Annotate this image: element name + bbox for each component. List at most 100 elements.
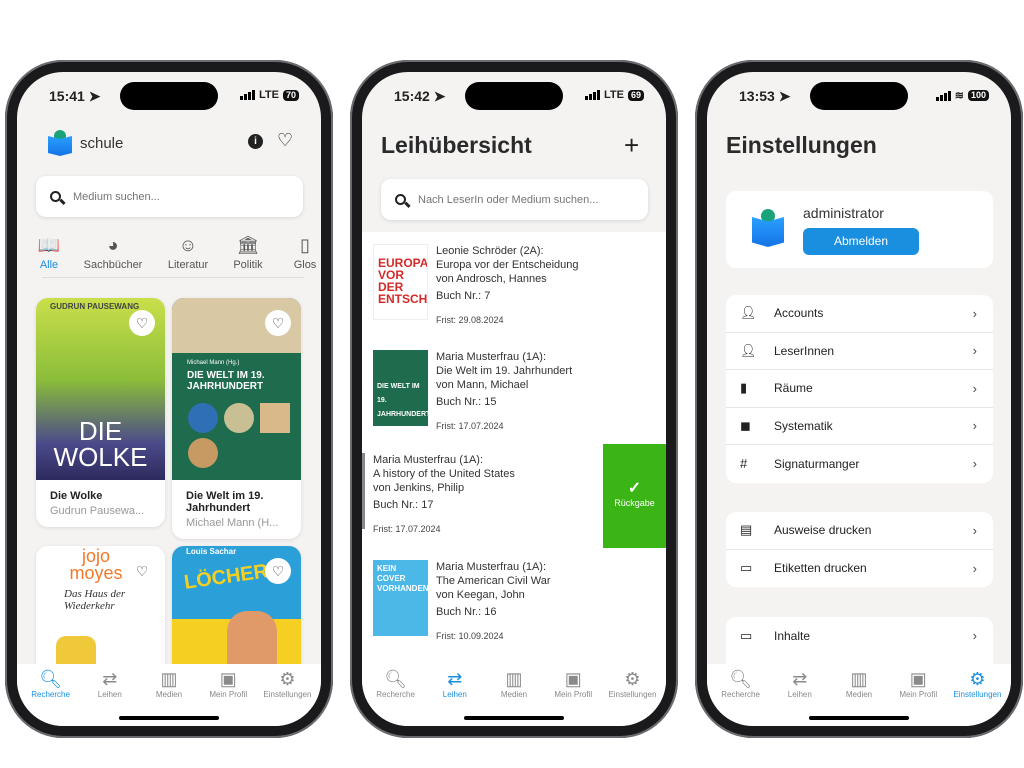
favorite-heart-icon[interactable]: ♡ (265, 310, 291, 336)
book-card[interactable]: Louis Sachar LÖCHER ♡ (172, 546, 301, 676)
cover-title: LÖCHER (182, 560, 270, 594)
favorite-heart-icon[interactable]: ♡ (129, 310, 155, 336)
app-logo-icon (48, 130, 72, 156)
chevron-right-icon: › (972, 418, 977, 434)
gear-icon: ⚙ (969, 669, 986, 689)
category-alle[interactable]: 📖 Alle (38, 235, 60, 271)
battery-icon: 100 (967, 90, 989, 101)
book-title: Die Welt im 19. Jahrhundert (186, 490, 264, 514)
settings-row-ausweise[interactable]: ▤ Ausweise drucken › (726, 512, 993, 550)
signal-icon (240, 90, 256, 100)
signal-icon (935, 90, 951, 101)
category-label: Politik (233, 259, 263, 271)
settings-row-raeume[interactable]: ▮ Räume › (726, 370, 993, 408)
medium-search-field[interactable] (73, 190, 273, 203)
favorite-heart-icon[interactable]: ♡ (265, 558, 291, 584)
person-icon: 👤︎ (740, 305, 757, 321)
settings-row-leserinnen[interactable]: 👤︎ LeserInnen › (726, 333, 993, 370)
page-title: Leihübersicht (381, 132, 532, 158)
gear-icon: ⚙ (624, 669, 641, 689)
book-author: Michael Mann (H... (186, 517, 279, 529)
hashtag-icon: # (740, 456, 748, 472)
home-indicator[interactable] (809, 716, 909, 720)
book-cover: Louis Sachar LÖCHER ♡ (172, 546, 301, 676)
tab-recherche[interactable]: 🔍︎ Recherche (366, 664, 425, 726)
loan-reader: Maria Musterfrau (1A): (373, 454, 484, 466)
tab-label: Mein Profil (899, 690, 938, 699)
loan-book-number: Buch Nr.: 17 (373, 499, 434, 511)
home-indicator[interactable] (464, 716, 564, 720)
chevron-right-icon: › (972, 628, 977, 644)
status-right: LTE 69 (585, 89, 644, 101)
status-time: 15:42 ➤ (394, 88, 446, 104)
row-label: Systematik (774, 418, 833, 433)
loan-title: The American Civil War (436, 575, 551, 587)
location-icon: ➤ (778, 88, 791, 104)
return-label: Rückgabe (614, 498, 655, 508)
signal-icon (585, 90, 601, 100)
loan-reader: Leonie Schröder (2A): (436, 245, 544, 257)
return-button[interactable]: ✓ Rückgabe (603, 444, 666, 548)
category-label: Literatur (167, 259, 209, 271)
category-literatur[interactable]: ☺ Literatur (168, 235, 208, 271)
search-icon: 🔍︎ (729, 669, 753, 689)
logout-button[interactable]: Abmelden (803, 228, 919, 255)
tab-label: Einstellungen (263, 690, 312, 699)
search-input[interactable] (36, 176, 303, 217)
home-indicator[interactable] (119, 716, 219, 720)
loan-item[interactable]: DIE WELT IM 19. JAHRHUNDERT Maria Muster… (362, 344, 666, 452)
status-time: 15:41 ➤ (49, 88, 101, 104)
location-icon: ➤ (433, 88, 446, 104)
settings-row-inhalte[interactable]: ▭ Inhalte › (726, 617, 993, 655)
loan-search-field[interactable] (418, 193, 618, 206)
dynamic-island (810, 82, 908, 110)
loan-book-number: Buch Nr.: 7 (436, 290, 491, 302)
id-badge-icon: ▤ (740, 522, 753, 538)
search-input[interactable] (381, 179, 648, 220)
screen: 15:41 ➤ LTE70 schule i ♡ 📖 Alle ◕ Sachbüch… (17, 72, 321, 726)
row-label: Inhalte (774, 628, 811, 643)
plus-icon[interactable]: + (624, 130, 639, 161)
book-card[interactable]: jojo moyes Das Haus der Wiederkehr ♡ (36, 546, 165, 676)
settings-row-signaturmanager[interactable]: # Signaturmanger › (726, 445, 993, 483)
settings-row-systematik[interactable]: ◼ Systematik › (726, 408, 993, 445)
book-card[interactable]: GUDRUN PAUSEWANG DIE WOLKE ♡ Die Wolke Gu… (36, 298, 165, 527)
tab-einstellungen[interactable]: ⚙ Einstellungen (258, 664, 317, 726)
cover-author: GUDRUN PAUSEWANG (50, 302, 140, 311)
tab-label: Recherche (376, 690, 415, 699)
person-search-icon: 👤︎ (740, 342, 757, 358)
tab-recherche[interactable]: 🔍︎ Recherche (711, 664, 770, 726)
pie-chart-icon: ◕ (107, 235, 119, 255)
tab-einstellungen[interactable]: ⚙ Einstellungen (948, 664, 1007, 726)
favorites-heart-icon[interactable]: ♡ (277, 130, 293, 151)
loan-reader: Maria Musterfrau (1A): (436, 351, 547, 363)
loan-author: von Jenkins, Philip (373, 482, 465, 494)
loan-item[interactable]: EUROPA VOR DER ENTSCHEIDUNG Leonie Schrö… (362, 238, 666, 346)
tab-einstellungen[interactable]: ⚙ Einstellungen (603, 664, 662, 726)
tab-label: Mein Profil (554, 690, 593, 699)
category-glossar[interactable]: ▯ Glos (290, 235, 320, 271)
loan-item[interactable]: KEIN COVER VORHANDEN Maria Musterfrau (1… (362, 554, 666, 662)
settings-row-etiketten[interactable]: ▭ Etiketten drucken › (726, 550, 993, 588)
loan-title: A history of the United States (373, 468, 515, 480)
row-label: Etiketten drucken (774, 561, 867, 576)
book-cover: EUROPA VOR DER ENTSCHEIDUNG (373, 244, 428, 320)
category-politik[interactable]: 🏛 Politik (233, 235, 262, 271)
cover-title: DIE WELT IM 19. JAHRHUNDERT (187, 370, 265, 392)
chevron-right-icon: › (972, 380, 977, 396)
settings-row-accounts[interactable]: 👤︎ Accounts › (726, 295, 993, 333)
row-label: Räume (774, 381, 813, 396)
book-cover: GUDRUN PAUSEWANG DIE WOLKE ♡ (36, 298, 165, 480)
favorite-heart-icon[interactable]: ♡ (129, 558, 155, 584)
book-cover: KEIN COVER VORHANDEN (373, 560, 428, 636)
tab-label: Medien (500, 690, 528, 699)
info-icon[interactable]: i (248, 134, 263, 149)
book-card[interactable]: Michael Mann (Hg.) DIE WELT IM 19. JAHRH… (172, 298, 301, 539)
book-icon: ▥ (850, 669, 868, 689)
search-icon (50, 191, 61, 202)
category-sachbuecher[interactable]: ◕ Sachbücher (84, 235, 143, 271)
category-label: Sachbücher (83, 259, 143, 271)
tab-recherche[interactable]: 🔍︎ Recherche (21, 664, 80, 726)
swap-icon: ⇄ (792, 669, 808, 689)
status-time: 13:53 ➤ (739, 88, 791, 104)
